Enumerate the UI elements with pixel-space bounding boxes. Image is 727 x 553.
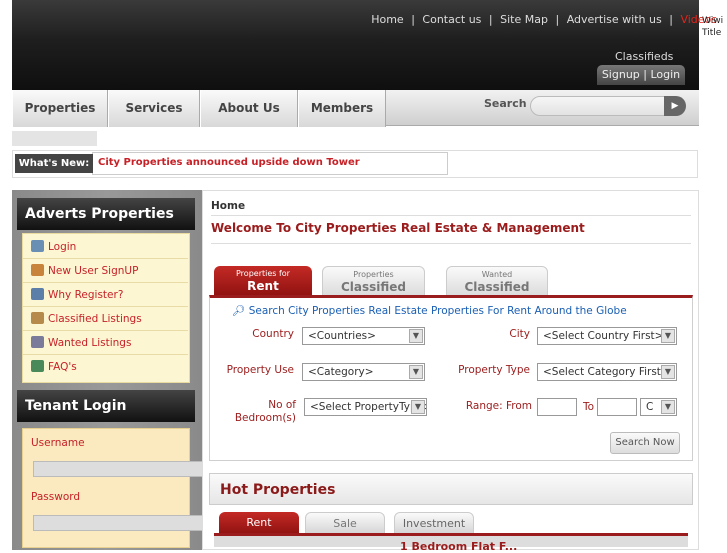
nav-tab-properties[interactable]: Properties [12, 90, 108, 127]
range-to-input[interactable] [597, 398, 637, 416]
hot-tab-rent[interactable]: Rent [219, 512, 299, 534]
chevron-down-icon: ▼ [411, 400, 425, 414]
tenant-login-title: Tenant Login [17, 390, 195, 422]
sub-bar [12, 131, 97, 146]
chevron-down-icon: ▼ [661, 365, 675, 379]
signup-login-link[interactable]: Signup | Login [597, 65, 685, 85]
whats-new-text[interactable]: City Properties announced upside down To… [98, 157, 360, 168]
breadcrumb[interactable]: Home [211, 200, 245, 212]
property-type-label: Property Type [458, 364, 530, 376]
property-type-select[interactable]: <Select Category First> ▼ [537, 363, 677, 381]
country-label: Country [252, 328, 294, 340]
hot-tab-sale[interactable]: Sale [305, 512, 385, 534]
currency-select[interactable]: C ▼ [640, 398, 677, 416]
search-label: Search [484, 97, 527, 110]
chevron-down-icon: ▼ [409, 329, 423, 343]
bedrooms-select[interactable]: <Select PropertyType> ▼ [304, 398, 427, 416]
sidebar-item-classified[interactable]: Classified Listings [22, 308, 188, 331]
top-link-home[interactable]: Home [371, 13, 403, 26]
sidebar-item-signup[interactable]: New User SignUP [22, 260, 188, 283]
bedrooms-label: No of Bedroom(s) [234, 399, 296, 424]
password-field[interactable] [33, 515, 229, 531]
classifieds-link[interactable]: Classifieds [615, 50, 673, 63]
magnifier-icon: 🔎︎ [232, 305, 246, 317]
city-select[interactable]: <Select Country First> ▼ [537, 327, 677, 345]
divider [211, 243, 691, 244]
faq-icon [31, 360, 44, 372]
range-from-label: Range: From [465, 400, 532, 412]
top-link-contact[interactable]: Contact us [422, 13, 481, 26]
top-link-sitemap[interactable]: Site Map [500, 13, 548, 26]
country-select[interactable]: <Countries> ▼ [302, 327, 425, 345]
search-button[interactable]: ▶ [664, 96, 686, 116]
user-signup-icon [31, 264, 44, 276]
hot-property-item[interactable]: 1 Bedroom Flat F... [400, 540, 517, 553]
chevron-down-icon: ▼ [661, 329, 675, 343]
login-icon [31, 240, 44, 252]
tab-wanted-classified[interactable]: Wanted Classified [446, 266, 548, 296]
property-use-select[interactable]: <Category> ▼ [302, 363, 425, 381]
property-use-label: Property Use [226, 364, 294, 376]
search-hint[interactable]: 🔎︎ Search City Properties Real Estate Pr… [232, 304, 627, 317]
sidebar-item-faq[interactable]: FAQ's [22, 356, 188, 379]
divider [211, 215, 691, 216]
side-note: Wiwi Title [702, 16, 724, 38]
tab-properties-for-rent[interactable]: Properties for Rent [214, 266, 312, 296]
whats-new-label: What's New: [15, 154, 93, 173]
sidebar-item-wanted[interactable]: Wanted Listings [22, 332, 188, 355]
register-icon [31, 288, 44, 300]
range-to-label: To [582, 401, 594, 413]
hot-properties-title: Hot Properties [209, 473, 693, 505]
chevron-down-icon: ▼ [409, 365, 423, 379]
nav-tab-about-us[interactable]: About Us [200, 90, 298, 127]
city-label: City [509, 328, 530, 340]
page-title: Welcome To City Properties Real Estate &… [211, 221, 585, 235]
nav-tab-services[interactable]: Services [108, 90, 200, 127]
building-icon [31, 336, 44, 348]
hot-tab-investment[interactable]: Investment [394, 512, 474, 534]
username-field[interactable] [33, 461, 229, 477]
adverts-title: Adverts Properties [17, 198, 195, 230]
tab-properties-classified[interactable]: Properties Classified [322, 266, 425, 296]
search-input[interactable] [530, 96, 670, 116]
sidebar-item-why-register[interactable]: Why Register? [22, 284, 188, 307]
sidebar-item-login[interactable]: Login [22, 236, 188, 259]
top-link-advertise[interactable]: Advertise with us [567, 13, 662, 26]
password-label: Password [31, 491, 81, 503]
username-label: Username [31, 437, 85, 449]
home-icon [31, 312, 44, 324]
nav-tab-members[interactable]: Members [298, 90, 386, 127]
range-from-input[interactable] [537, 398, 577, 416]
chevron-down-icon: ▼ [661, 400, 675, 414]
search-now-button[interactable]: Search Now [610, 432, 680, 454]
top-links: Home | Contact us | Site Map | Advertise… [371, 13, 717, 26]
